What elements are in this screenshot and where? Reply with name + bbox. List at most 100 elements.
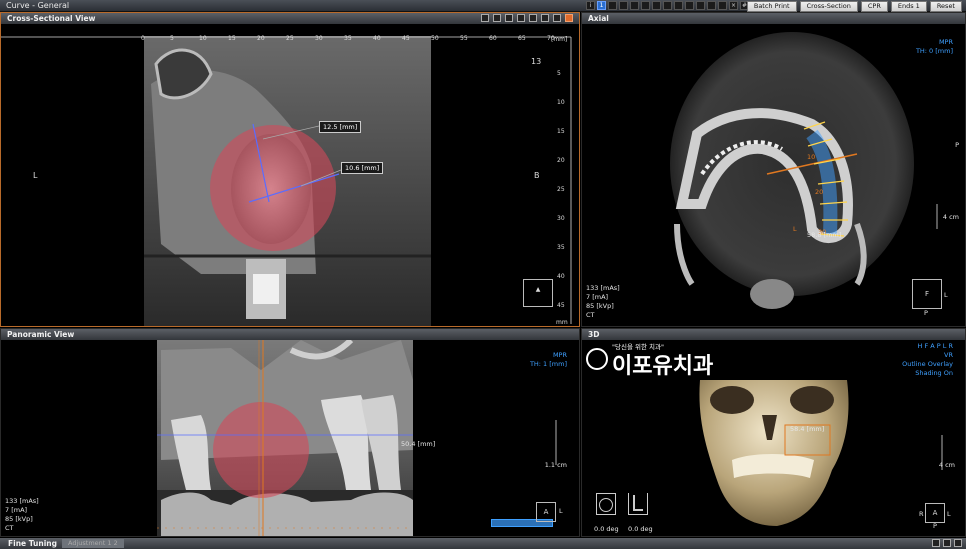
measurement-label[interactable]: 10.6 [mm] bbox=[341, 162, 384, 174]
panoramic-thickness: TH: 1 [mm] bbox=[529, 360, 567, 368]
image-icon[interactable] bbox=[505, 14, 513, 22]
cpr-button[interactable]: CPR bbox=[860, 1, 888, 12]
3d-measure: 58.4 [mm] bbox=[790, 425, 825, 433]
pane-header: Panoramic View bbox=[1, 329, 579, 340]
number-12-icon[interactable] bbox=[718, 1, 727, 10]
number-8-icon[interactable] bbox=[674, 1, 683, 10]
reset-button[interactable]: Reset bbox=[929, 1, 962, 12]
pane-header: 3D bbox=[582, 329, 965, 340]
ruler-tick-label: 50 bbox=[431, 35, 439, 42]
ruler-tick-label: 35 bbox=[557, 244, 565, 251]
cross-sectional-title: Cross-Sectional View bbox=[7, 14, 96, 23]
cross-sectional-pane[interactable]: Cross-Sectional View 0 5 10 15 20 25 30 … bbox=[0, 12, 580, 327]
play-icon[interactable] bbox=[517, 14, 525, 22]
panoramic-title: Panoramic View bbox=[7, 330, 75, 339]
number-7-icon[interactable] bbox=[663, 1, 672, 10]
ruler-tick-label: 40 bbox=[373, 35, 381, 42]
ruler-tick-label: 5 bbox=[170, 35, 174, 42]
orientation-box[interactable]: A bbox=[536, 502, 556, 522]
ruler-tick-label: 10 bbox=[199, 35, 207, 42]
ruler-tick-label: 40 bbox=[557, 273, 565, 280]
toolbar-icons: i 1 × # ‹ bbox=[586, 1, 760, 10]
orientation-box[interactable]: F bbox=[912, 279, 942, 309]
ruler-tick-label: 15 bbox=[228, 35, 236, 42]
number-1-icon[interactable]: 1 bbox=[597, 1, 606, 10]
layout-icon[interactable] bbox=[481, 14, 489, 22]
3d-label: VR bbox=[944, 351, 953, 359]
number-2-icon[interactable] bbox=[608, 1, 617, 10]
orientation-left-label: L bbox=[944, 291, 948, 299]
ruler-tick-label: 25 bbox=[286, 35, 294, 42]
settings-icon[interactable] bbox=[943, 539, 951, 547]
print-icon[interactable] bbox=[553, 14, 561, 22]
number-10-icon[interactable] bbox=[696, 1, 705, 10]
close-icon[interactable] bbox=[954, 539, 962, 547]
curve-label: 10 bbox=[807, 153, 816, 161]
axial-mode: MPR bbox=[938, 38, 953, 46]
3d-label: H F A P L R bbox=[917, 342, 953, 350]
axial-image[interactable] bbox=[582, 24, 966, 327]
ruler-tick-label: 45 bbox=[402, 35, 410, 42]
panoramic-measure: 50.4 [mm] bbox=[401, 440, 436, 448]
cross-section-button[interactable]: Cross-Section bbox=[799, 1, 858, 12]
info-line: 85 [kVp] bbox=[586, 302, 614, 310]
axial-scale: 4 cm bbox=[942, 213, 959, 221]
pane-header: Axial bbox=[582, 13, 965, 24]
marker-p: P bbox=[955, 141, 959, 149]
axial-pane[interactable]: Axial MPR TH: 0 [mm] 10 20 30 L 58.8 [mm… bbox=[581, 12, 966, 327]
number-4-icon[interactable] bbox=[630, 1, 639, 10]
toolbar-buttons: Batch Print Cross-Section CPR Ends 1 Res… bbox=[746, 1, 962, 12]
ruler-tick-label: 20 bbox=[557, 157, 565, 164]
info-icon[interactable]: i bbox=[586, 1, 595, 10]
rotate-icon bbox=[599, 498, 613, 512]
tilt-control[interactable] bbox=[628, 493, 648, 515]
ruler-unit-label: [mm] bbox=[551, 36, 568, 43]
orientation-bottom-label: P bbox=[924, 309, 928, 317]
axial-info: 133 [mAs] 7 [mA] 85 [kVp] CT bbox=[586, 284, 620, 320]
ends-button[interactable]: Ends 1 bbox=[890, 1, 927, 12]
curve-side-label: L bbox=[793, 225, 797, 233]
orientation-right-label: B bbox=[534, 171, 540, 180]
bottom-bar-icons bbox=[932, 539, 962, 547]
number-5-icon[interactable] bbox=[641, 1, 650, 10]
orientation-cube[interactable]: ▲ bbox=[523, 279, 553, 307]
orientation-left-label: L bbox=[33, 171, 38, 180]
number-9-icon[interactable] bbox=[685, 1, 694, 10]
zoom-icon[interactable] bbox=[493, 14, 501, 22]
ruler-tick-label: 65 bbox=[518, 35, 526, 42]
panoramic-pane[interactable]: Panoramic View MPR TH: 1 [mm] 50.4 [mm] … bbox=[0, 328, 580, 537]
orientation-r-label: R bbox=[919, 510, 924, 518]
3d-labels: H F A P L R VR Outline Overlay Shading O… bbox=[902, 342, 953, 378]
panoramic-scale: 1.1 cm bbox=[544, 461, 567, 469]
orientation-top-label: F bbox=[924, 290, 930, 298]
3d-scale: 4 cm bbox=[938, 461, 955, 469]
info-line: 7 [mA] bbox=[586, 293, 609, 301]
panoramic-info: 133 [mAs] 7 [mA] 85 [kVp] CT bbox=[5, 497, 39, 533]
axial-title: Axial bbox=[588, 14, 609, 23]
copy-icon[interactable] bbox=[541, 14, 549, 22]
number-11-icon[interactable] bbox=[707, 1, 716, 10]
batch-print-button[interactable]: Batch Print bbox=[746, 1, 797, 12]
measurement-label[interactable]: 12.5 [mm] bbox=[319, 121, 362, 133]
orientation-l-label: L bbox=[559, 507, 563, 515]
number-6-icon[interactable] bbox=[652, 1, 661, 10]
curve-measure: 58.8 [mm] bbox=[807, 231, 842, 239]
ruler-tick-label: 30 bbox=[315, 35, 323, 42]
phone-icon[interactable] bbox=[529, 14, 537, 22]
rotate-control[interactable] bbox=[596, 493, 616, 515]
expand-icon[interactable] bbox=[932, 539, 940, 547]
ruler-tick-label: 0 bbox=[141, 35, 145, 42]
3d-title: 3D bbox=[588, 330, 600, 339]
orientation-l-label: L bbox=[947, 510, 951, 518]
info-line: CT bbox=[586, 311, 595, 319]
orientation-a-label: A bbox=[543, 508, 549, 516]
cross-section-image[interactable] bbox=[1, 24, 580, 327]
rotation-angle: 0.0 deg bbox=[594, 525, 619, 533]
close-x-icon[interactable]: × bbox=[729, 1, 738, 10]
orientation-box[interactable]: A bbox=[925, 503, 945, 523]
tilt-icon bbox=[633, 495, 643, 511]
number-3-icon[interactable] bbox=[619, 1, 628, 10]
panoramic-image[interactable] bbox=[1, 340, 580, 537]
adjustment-tab[interactable]: Adjustment 1 2 bbox=[62, 539, 124, 548]
lock-icon[interactable] bbox=[565, 14, 573, 22]
